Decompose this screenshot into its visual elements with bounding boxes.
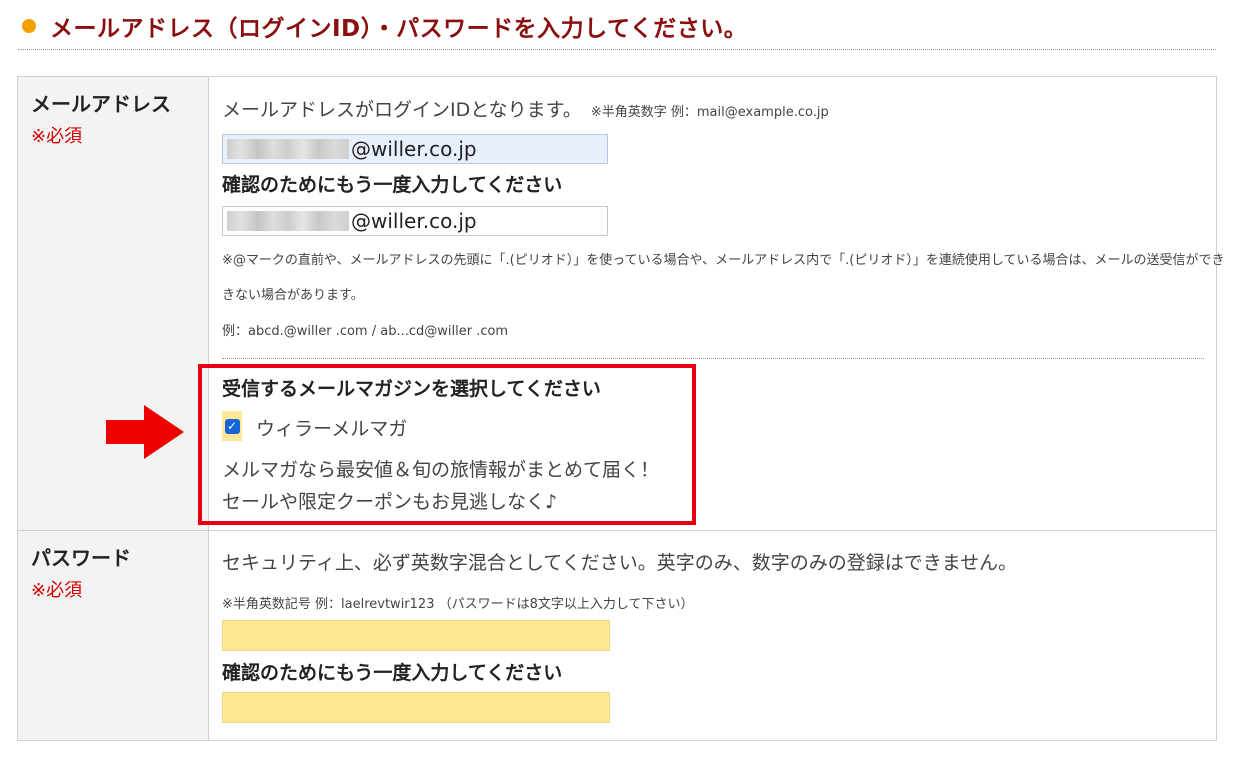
password-confirm-label: 確認のためにもう一度入力してください <box>222 662 563 684</box>
email-note-line1: ※@マークの直前や、メールアドレスの先頭に「.(ピリオド）」を使っている場合や、… <box>222 253 1225 268</box>
section-heading: メールアドレス（ログインID）・パスワードを入力してください。 <box>22 8 747 44</box>
orange-bullet-icon <box>22 19 36 33</box>
password-hint: ※半角英数記号 例：laelrevtwir123 （パスワードは8文字以上入力し… <box>222 597 694 612</box>
password-label: パスワード <box>31 546 131 570</box>
email-input[interactable]: @willer.co.jp <box>222 134 608 164</box>
email-intro-text: メールアドレスがログインIDとなります。 <box>222 99 582 121</box>
newsletter-option-label[interactable]: ウィラーメルマガ <box>256 414 407 441</box>
password-content-cell: セキュリティ上、必ず英数字混合としてください。英字のみ、数字のみの登録はできませ… <box>208 530 1217 741</box>
email-hint: ※半角英数字 例：mail@example.co.jp <box>590 105 829 120</box>
email-label: メールアドレス <box>31 92 171 116</box>
section-title: メールアドレス（ログインID）・パスワードを入力してください。 <box>50 16 748 42</box>
password-input[interactable] <box>222 620 610 651</box>
email-confirm-input-domain: @willer.co.jp <box>351 209 477 233</box>
email-intro: メールアドレスがログインIDとなります。 ※半角英数字 例：mail@examp… <box>222 95 829 122</box>
newsletter-checkbox[interactable]: ✓ <box>222 411 242 441</box>
password-row: パスワード ※必須 セキュリティ上、必ず英数字混合としてください。英字のみ、数字… <box>17 530 1217 741</box>
email-example: 例：abcd.@willer .com / ab...cd@willer .co… <box>222 324 509 339</box>
password-label-cell: パスワード ※必須 <box>17 530 209 741</box>
newsletter-heading: 受信するメールマガジンを選択してください <box>222 378 601 400</box>
newsletter-promo-line2: セールや限定クーポンもお見逃しなく♪ <box>222 491 558 513</box>
email-row: メールアドレス ※必須 メールアドレスがログインIDとなります。 ※半角英数字 … <box>17 76 1224 531</box>
newsletter-promo-line1: メルマガなら最安値＆旬の旅情報がまとめて届く！ <box>222 459 660 481</box>
email-required-badge: ※必須 <box>31 126 83 147</box>
right-arrow-icon <box>106 405 184 459</box>
title-divider <box>18 49 1216 50</box>
email-input-domain: @willer.co.jp <box>351 137 477 161</box>
password-intro: セキュリティ上、必ず英数字混合としてください。英字のみ、数字のみの登録はできませ… <box>222 552 1018 574</box>
registration-form-table: メールアドレス ※必須 メールアドレスがログインIDとなります。 ※半角英数字 … <box>17 76 1224 741</box>
email-redacted-local-part <box>227 139 349 159</box>
email-label-cell: メールアドレス ※必須 <box>17 76 209 531</box>
email-note-line2: きない場合があります。 <box>222 288 364 303</box>
checkbox-checked-icon: ✓ <box>224 418 240 434</box>
password-required-badge: ※必須 <box>31 580 83 601</box>
newsletter-divider <box>222 358 1204 359</box>
email-confirm-input[interactable]: @willer.co.jp <box>222 206 608 236</box>
email-confirm-label: 確認のためにもう一度入力してください <box>222 174 563 196</box>
password-confirm-input[interactable] <box>222 692 610 723</box>
email-content-cell: メールアドレスがログインIDとなります。 ※半角英数字 例：mail@examp… <box>208 76 1224 531</box>
email-confirm-redacted-local-part <box>227 211 349 231</box>
